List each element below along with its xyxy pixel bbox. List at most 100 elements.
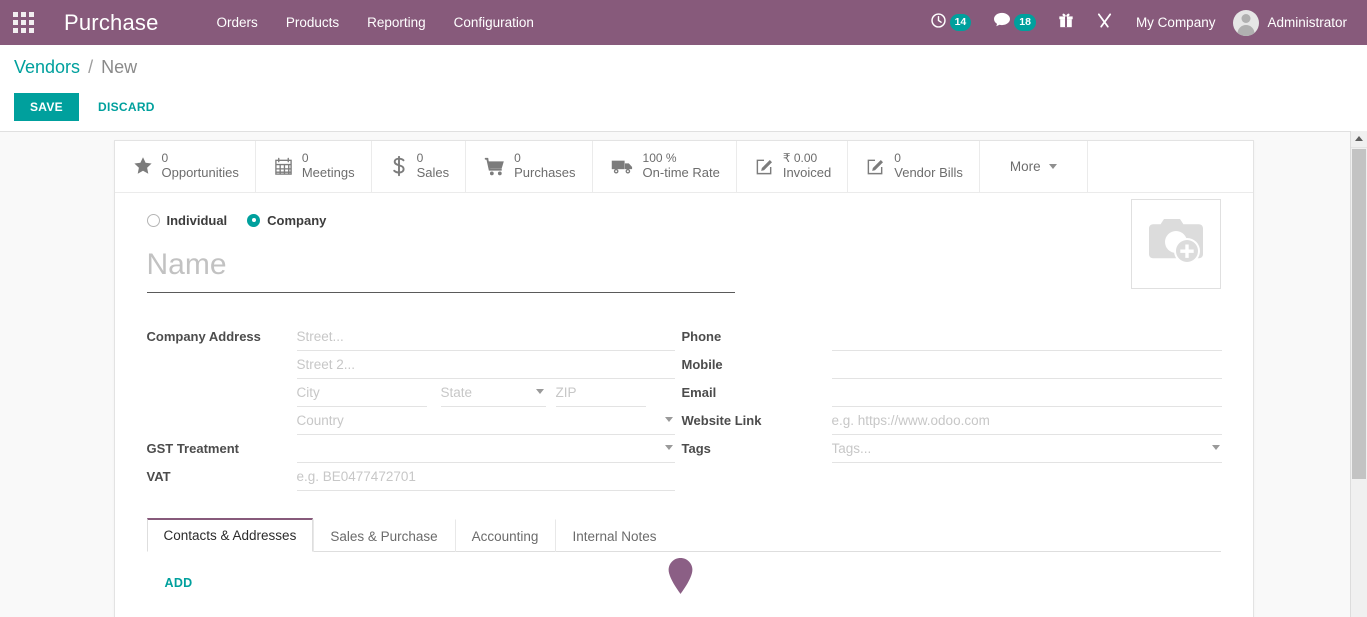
menu-item-products[interactable]: Products bbox=[272, 2, 353, 43]
stat-button-ontime-rate[interactable]: 100 % On-time Rate bbox=[593, 141, 737, 192]
partner-type-radio-group: Individual Company bbox=[147, 213, 1221, 228]
stat-label: Purchases bbox=[514, 166, 575, 181]
stat-button-vendor-bills[interactable]: 0 Vendor Bills bbox=[848, 141, 980, 192]
chevron-down-icon bbox=[665, 445, 673, 450]
menu-item-reporting[interactable]: Reporting bbox=[353, 2, 440, 43]
field-gst-treatment: GST Treatment bbox=[147, 435, 675, 463]
street2-input[interactable] bbox=[297, 351, 675, 379]
radio-option-company[interactable]: Company bbox=[247, 213, 326, 228]
tags-input[interactable] bbox=[832, 435, 1222, 463]
tab-sales-purchase[interactable]: Sales & Purchase bbox=[313, 519, 454, 552]
stat-button-sales[interactable]: 0 Sales bbox=[372, 141, 467, 192]
form-action-buttons: SAVE DISCARD bbox=[14, 93, 1353, 121]
label-vat: VAT bbox=[147, 463, 297, 484]
chevron-down-icon bbox=[536, 389, 544, 394]
vat-input[interactable] bbox=[297, 463, 675, 491]
email-input[interactable] bbox=[832, 379, 1222, 407]
stat-button-opportunities[interactable]: 0 Opportunities bbox=[115, 141, 256, 192]
notebook: Contacts & Addresses Sales & Purchase Ac… bbox=[147, 517, 1221, 617]
radio-option-individual[interactable]: Individual bbox=[147, 213, 228, 228]
zip-input[interactable] bbox=[556, 379, 646, 407]
more-stat-buttons-dropdown[interactable]: More bbox=[980, 141, 1088, 192]
label-company-address: Company Address bbox=[147, 323, 297, 344]
image-upload-placeholder[interactable] bbox=[1131, 199, 1221, 289]
messaging-menu[interactable]: 18 bbox=[982, 0, 1047, 45]
country-select[interactable] bbox=[297, 407, 675, 435]
street-input[interactable] bbox=[297, 323, 675, 351]
more-label: More bbox=[1010, 159, 1041, 174]
stat-label: Opportunities bbox=[162, 166, 239, 181]
chevron-up-icon bbox=[1355, 136, 1363, 141]
field-website-link: Website Link bbox=[682, 407, 1222, 435]
calendar-icon bbox=[274, 157, 293, 176]
stat-button-purchases[interactable]: 0 Purchases bbox=[466, 141, 592, 192]
clock-icon bbox=[930, 12, 947, 34]
label-email: Email bbox=[682, 379, 832, 400]
city-input[interactable] bbox=[297, 379, 427, 407]
scrollbar-thumb[interactable] bbox=[1352, 149, 1366, 479]
messaging-badge: 18 bbox=[1014, 14, 1036, 31]
gift-icon-button[interactable] bbox=[1047, 0, 1085, 45]
radio-indicator-individual bbox=[147, 214, 160, 227]
form-column-right: Phone Mobile Email bbox=[682, 323, 1222, 491]
radio-label-individual: Individual bbox=[167, 213, 228, 228]
state-select[interactable] bbox=[441, 379, 546, 407]
field-company-address: Company Address bbox=[147, 323, 675, 435]
gst-treatment-select[interactable] bbox=[297, 435, 675, 463]
radio-indicator-company bbox=[247, 214, 260, 227]
breadcrumb-separator: / bbox=[88, 57, 93, 77]
website-input[interactable] bbox=[832, 407, 1222, 435]
camera-add-icon bbox=[1143, 213, 1209, 274]
main-menu: Orders Products Reporting Configuration bbox=[203, 2, 548, 43]
stat-value: 0 bbox=[514, 152, 575, 165]
map-pin-icon bbox=[667, 557, 694, 600]
dollar-icon bbox=[390, 156, 408, 177]
form-column-left: Company Address bbox=[147, 323, 675, 491]
scroll-up-button[interactable] bbox=[1351, 131, 1367, 148]
stat-value: 0 bbox=[417, 152, 450, 165]
activities-menu[interactable]: 14 bbox=[919, 0, 983, 45]
phone-input[interactable] bbox=[832, 323, 1222, 351]
pencil-square-icon bbox=[866, 157, 885, 176]
stat-button-meetings[interactable]: 0 Meetings bbox=[256, 141, 372, 192]
name-input[interactable] bbox=[147, 244, 735, 293]
form-body: Individual Company Company Address bbox=[115, 193, 1253, 617]
tools-icon-button[interactable] bbox=[1085, 0, 1124, 45]
shopping-cart-icon bbox=[484, 157, 505, 176]
apps-grid-icon[interactable] bbox=[0, 0, 46, 45]
form-sheet: 0 Opportunities 0 Meetings bbox=[114, 140, 1254, 617]
user-menu[interactable]: Administrator bbox=[1227, 0, 1355, 45]
stat-label: Vendor Bills bbox=[894, 166, 963, 181]
breadcrumb-current: New bbox=[101, 57, 137, 77]
vertical-scrollbar[interactable] bbox=[1350, 131, 1367, 617]
stat-value: 0 bbox=[894, 152, 963, 165]
breadcrumb-vendors[interactable]: Vendors bbox=[14, 57, 80, 77]
stat-button-invoiced[interactable]: ₹ 0.00 Invoiced bbox=[737, 141, 848, 192]
user-name: Administrator bbox=[1267, 15, 1347, 30]
systray: 14 18 bbox=[919, 0, 1367, 45]
app-brand-title[interactable]: Purchase bbox=[64, 10, 159, 36]
discard-button[interactable]: DISCARD bbox=[85, 93, 168, 121]
view-top-divider bbox=[0, 131, 1367, 132]
tab-contacts-addresses[interactable]: Contacts & Addresses bbox=[147, 518, 314, 552]
top-navbar: Purchase Orders Products Reporting Confi… bbox=[0, 0, 1367, 45]
field-email: Email bbox=[682, 379, 1222, 407]
label-phone: Phone bbox=[682, 323, 832, 344]
field-mobile: Mobile bbox=[682, 351, 1222, 379]
chevron-down-icon bbox=[1049, 164, 1057, 169]
menu-item-orders[interactable]: Orders bbox=[203, 2, 272, 43]
field-tags: Tags bbox=[682, 435, 1222, 463]
label-tags: Tags bbox=[682, 435, 832, 456]
tab-internal-notes[interactable]: Internal Notes bbox=[555, 519, 673, 552]
add-contact-button[interactable]: ADD bbox=[165, 576, 193, 590]
menu-item-configuration[interactable]: Configuration bbox=[440, 2, 548, 43]
save-button[interactable]: SAVE bbox=[14, 93, 79, 121]
company-switcher[interactable]: My Company bbox=[1124, 15, 1228, 30]
stat-label: Invoiced bbox=[783, 166, 831, 181]
field-phone: Phone bbox=[682, 323, 1222, 351]
form-columns: Company Address bbox=[147, 323, 1221, 491]
mobile-input[interactable] bbox=[832, 351, 1222, 379]
stat-value: 100 % bbox=[643, 152, 720, 165]
gift-icon bbox=[1058, 12, 1074, 34]
tab-accounting[interactable]: Accounting bbox=[455, 519, 556, 552]
